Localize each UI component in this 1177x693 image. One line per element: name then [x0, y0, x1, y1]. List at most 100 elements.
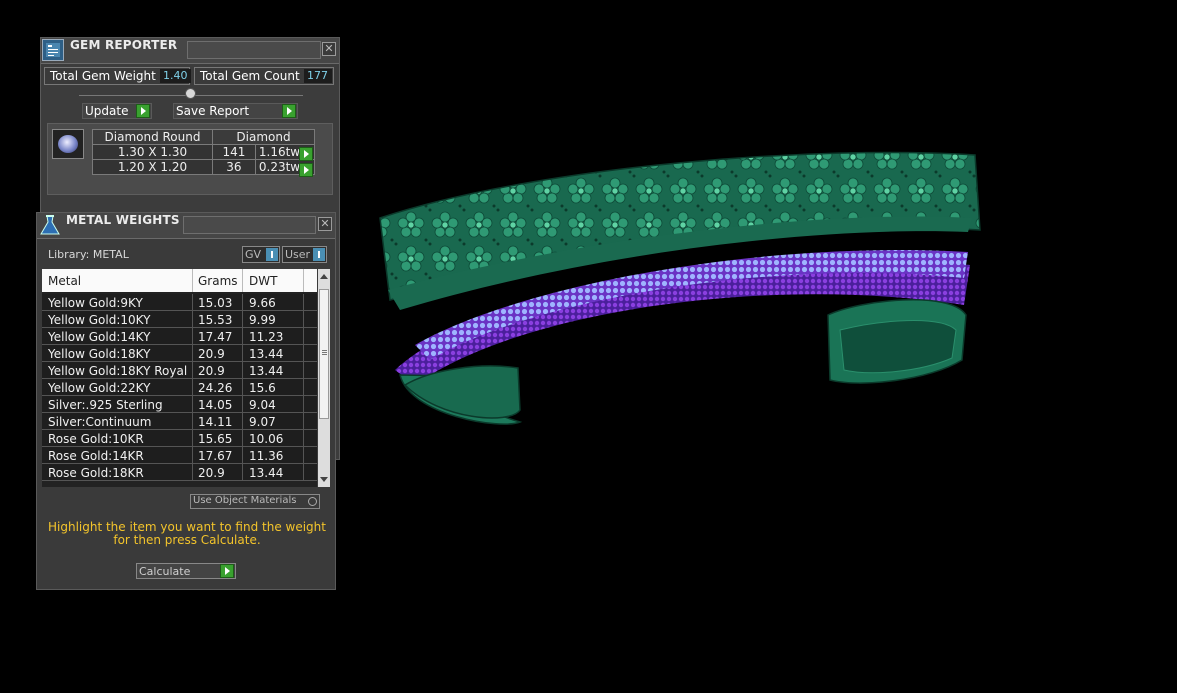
calculate-button[interactable]: Calculate	[136, 563, 236, 579]
cell-divider	[242, 328, 243, 344]
gem-reporter-titlebar[interactable]: GEM REPORTER ✕	[41, 38, 339, 64]
metal-dwt: 9.99	[249, 313, 276, 327]
metal-dwt: 15.6	[249, 381, 276, 395]
metal-row[interactable]: Rose Gold:14KR 17.67 11.36	[42, 447, 317, 464]
use-object-materials-option[interactable]: Use Object Materials	[190, 494, 320, 509]
metal-rows: Yellow Gold:9KY 15.03 9.66 Yellow Gold:10KY…	[42, 294, 317, 481]
cell-divider	[303, 447, 304, 463]
metal-grams: 20.9	[198, 364, 225, 378]
metal-row[interactable]: Silver:.925 Sterling 14.05 9.04	[42, 396, 317, 413]
flask-icon	[39, 214, 61, 236]
total-gem-weight-field: Total Gem Weight 1.40	[44, 67, 191, 85]
gem-list-panel: Diamond Round Diamond 1.30 X 1.30 141 1.…	[47, 123, 333, 195]
gem-reporter-app-icon	[42, 39, 64, 61]
user-toggle-label: User	[285, 248, 311, 261]
total-gem-count-label: Total Gem Count	[200, 69, 300, 83]
cell-divider	[242, 362, 243, 378]
metal-weights-titlebar[interactable]: METAL WEIGHTS ✕	[37, 213, 335, 239]
metal-name: Yellow Gold:22KY	[48, 381, 151, 395]
play-arrow-icon	[136, 104, 150, 118]
scroll-down-icon[interactable]	[320, 477, 328, 482]
metal-list[interactable]: Metal Grams DWT Yellow Gold:9KY 15.03 9.66…	[42, 269, 317, 487]
play-arrow-icon	[220, 564, 234, 578]
metal-grams: 20.9	[198, 466, 225, 480]
metal-name: Yellow Gold:10KY	[48, 313, 151, 327]
cell-divider	[242, 311, 243, 327]
gem-row[interactable]: 1.30 X 1.30 141 1.16tw	[92, 144, 316, 160]
cell-divider	[303, 294, 304, 310]
metal-weights-panel: METAL WEIGHTS ✕ Library: METAL GV User M…	[36, 212, 336, 590]
metal-weights-close-button[interactable]: ✕	[318, 217, 332, 231]
metal-dwt: 13.44	[249, 347, 284, 361]
metal-row[interactable]: Yellow Gold:14KY 17.47 11.23	[42, 328, 317, 345]
metal-grams: 14.11	[198, 415, 233, 429]
scroll-up-icon[interactable]	[320, 274, 328, 279]
cell-divider	[192, 430, 193, 446]
cell-divider	[303, 362, 304, 378]
cell-divider	[303, 328, 304, 344]
titlebar-spacer	[187, 41, 321, 59]
scrollbar-thumb[interactable]	[319, 289, 329, 419]
metal-grams: 17.67	[198, 449, 233, 463]
metal-name: Yellow Gold:18KY	[48, 347, 151, 361]
metal-row[interactable]: Yellow Gold:18KY 20.9 13.44	[42, 345, 317, 362]
gem-row-1-go-button[interactable]	[299, 147, 313, 161]
calculate-label: Calculate	[139, 565, 191, 578]
metal-row[interactable]: Yellow Gold:10KY 15.53 9.99	[42, 311, 317, 328]
metal-list-scrollbar[interactable]	[318, 269, 330, 487]
metal-name: Rose Gold:18KR	[48, 466, 144, 480]
save-report-label: Save Report	[176, 104, 250, 118]
metal-row[interactable]: Yellow Gold:22KY 24.26 15.6	[42, 379, 317, 396]
gem-count: 36	[212, 159, 256, 175]
cell-divider	[303, 396, 304, 412]
3d-viewport-bangle-render[interactable]	[360, 140, 1000, 440]
cell-divider	[242, 447, 243, 463]
cell-divider	[303, 430, 304, 446]
cell-divider	[242, 396, 243, 412]
total-gem-count-field: Total Gem Count 177	[194, 67, 334, 85]
total-gem-count-value: 177	[304, 69, 332, 83]
metal-row[interactable]: Rose Gold:18KR 20.9 13.44	[42, 464, 317, 481]
metal-row[interactable]: Silver:Continuum 14.11 9.07	[42, 413, 317, 430]
metal-grams: 14.05	[198, 398, 233, 412]
play-arrow-icon	[282, 104, 296, 118]
cell-divider	[303, 464, 304, 480]
gem-size: 1.20 X 1.20	[92, 159, 213, 175]
cell-divider	[242, 464, 243, 480]
column-header-grams[interactable]: Grams	[198, 274, 238, 288]
metal-name: Yellow Gold:14KY	[48, 330, 151, 344]
gem-row-2-go-button[interactable]	[299, 163, 313, 177]
gem-size: 1.30 X 1.30	[92, 144, 213, 160]
save-report-button[interactable]: Save Report	[173, 103, 298, 119]
cell-divider	[303, 413, 304, 429]
user-toggle[interactable]: User	[282, 246, 327, 263]
metal-row[interactable]: Yellow Gold:9KY 15.03 9.66	[42, 294, 317, 311]
metal-grams: 15.03	[198, 296, 233, 310]
metal-name: Yellow Gold:9KY	[48, 296, 143, 310]
column-divider	[242, 269, 243, 292]
gv-toggle[interactable]: GV	[242, 246, 280, 263]
metal-row[interactable]: Yellow Gold:18KY Royal 20.9 13.44	[42, 362, 317, 379]
cell-divider	[303, 379, 304, 395]
column-divider	[192, 269, 193, 292]
titlebar-spacer	[183, 216, 316, 234]
cell-divider	[242, 379, 243, 395]
panel-splitter-handle[interactable]	[185, 88, 196, 99]
cell-divider	[192, 294, 193, 310]
metal-dwt: 10.06	[249, 432, 284, 446]
library-label: Library: METAL	[48, 248, 129, 261]
cell-divider	[242, 345, 243, 361]
cell-divider	[242, 294, 243, 310]
metal-dwt: 9.04	[249, 398, 276, 412]
gem-reporter-close-button[interactable]: ✕	[322, 42, 336, 56]
cell-divider	[192, 413, 193, 429]
column-header-dwt[interactable]: DWT	[249, 274, 277, 288]
column-header-metal[interactable]: Metal	[48, 274, 81, 288]
metal-name: Yellow Gold:18KY Royal	[48, 364, 188, 378]
radio-icon[interactable]	[308, 497, 317, 506]
metal-dwt: 11.23	[249, 330, 284, 344]
metal-row[interactable]: Rose Gold:10KR 15.65 10.06	[42, 430, 317, 447]
gem-row[interactable]: 1.20 X 1.20 36 0.23tw	[92, 159, 316, 175]
update-label: Update	[85, 104, 129, 118]
update-button[interactable]: Update	[82, 103, 152, 119]
